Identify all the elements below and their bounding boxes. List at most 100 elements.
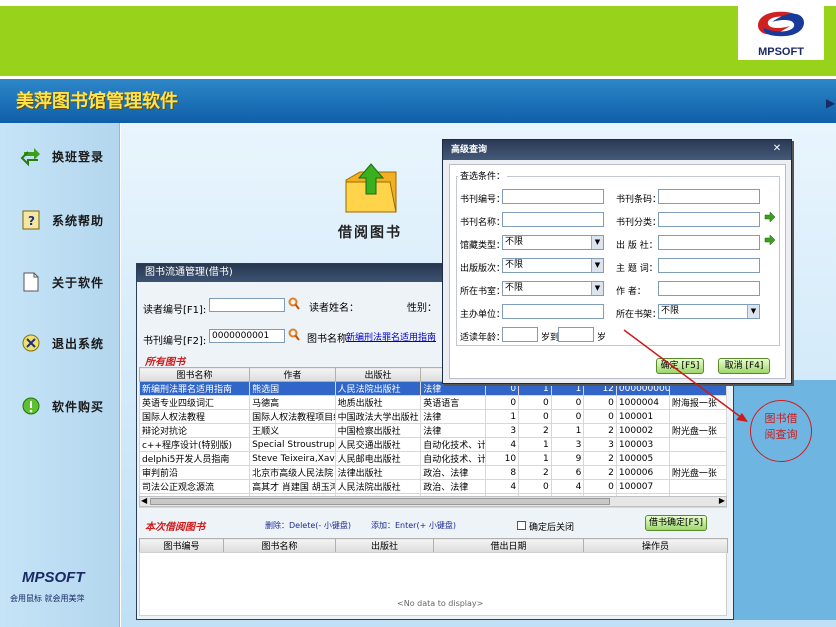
reader-no-input[interactable] [209,298,285,312]
scroll-right-icon[interactable]: ▶ [826,96,836,110]
table-row[interactable]: 司法公正观念源流 高其才 肖建国 胡玉鸿 人民法院出版社 政治、法律 4 0 4 0 10000… [138,479,728,494]
book-no-field[interactable] [502,189,604,204]
publisher-picker-arrow-icon[interactable] [764,234,776,249]
chevron-down-icon[interactable]: ▼ [591,282,603,295]
scrollbar-thumb[interactable] [150,498,610,505]
table-cell: 1 [518,437,552,452]
author-field[interactable] [658,281,760,296]
publisher-field[interactable] [658,235,760,250]
close-after-checkbox[interactable] [517,521,526,530]
chevron-down-icon[interactable]: ▼ [591,236,603,249]
edition-select[interactable]: 不限 ▼ [502,258,604,273]
document-icon [20,271,42,293]
table-cell: 政治、法律 [420,479,487,494]
sponsor-field[interactable] [502,304,604,319]
column-header[interactable]: 出版社 [334,367,422,382]
room-select[interactable]: 不限 ▼ [502,281,604,296]
book-name-field-label: 书刊名称： [460,218,506,228]
scroll-left-icon[interactable]: ◀ [141,496,147,505]
book-no-input[interactable]: 0000000001 [209,329,285,343]
age-unit-label: 岁 [597,333,607,343]
column-header[interactable]: 图书名称 [138,367,251,382]
table-row[interactable]: 国际人权法教程 国际人权法教程项目组 中国政法大学出版社 法律 1 0 0 0 100001 [138,409,728,424]
column-header[interactable]: 图书编号 [139,538,224,553]
table-cell: 8 [485,465,520,480]
table-cell: Steve Teixeira,Xavier [249,451,336,466]
borrow-book-icon[interactable] [340,160,402,218]
table-cell: 2 [583,423,617,438]
table-cell: c++程序设计(特别版) [138,437,251,452]
empty-note: <No data to display> [397,599,484,608]
sidebar-item-help[interactable]: ? 系统帮助 [0,205,120,235]
table-cell: 100006 [615,465,670,480]
confirm-borrow-button[interactable]: 借书确定[F5] [645,515,707,531]
table-cell: 0 [518,409,552,424]
sidebar: 换班登录 ? 系统帮助 关于软件 退出系统 软件购买 MPSOFT 会用鼠标 就… [0,123,120,627]
sidebar-item-label: 关于软件 [52,276,105,290]
table-cell: 100007 [615,479,670,494]
table-cell: 自动化技术、计算 [420,451,487,466]
all-books-table: 图书名称 作者 出版社 书 新编刑法罪名适用指南熊选国人民法院出版社法律0111… [138,367,728,508]
chevron-down-icon[interactable]: ▼ [591,259,603,272]
table-cell: 0 [583,409,617,424]
gender-label: 性别： [407,303,437,314]
reader-search-icon[interactable] [288,297,300,313]
sponsor-label: 主办单位： [460,310,506,320]
table-row[interactable]: 英语专业四级词汇 马德高 地质出版社 英语语言 0 0 0 0 1000004 附海报一张 [138,395,728,410]
sidebar-item-exit[interactable]: 退出系统 [0,328,120,358]
barcode-field[interactable] [658,189,760,204]
shelf-select[interactable]: 不限 ▼ [658,304,760,319]
table-cell [668,479,728,494]
column-header[interactable]: 作者 [249,367,336,382]
svg-text:?: ? [28,214,35,228]
column-header[interactable]: 借出日期 [433,538,584,553]
table-cell: 3 [485,423,520,438]
table-cell: 3 [583,437,617,452]
app-title-bar: 美萍图书馆管理软件 [0,79,836,123]
category-picker-arrow-icon[interactable] [764,211,776,226]
table-row[interactable]: c++程序设计(特别版) Special Stroustrup 人民交通出版社 自动化… [138,437,728,452]
horizontal-scrollbar[interactable]: ◀ ▶ [139,496,727,507]
column-header[interactable]: 图书名称 [223,538,336,553]
table-row[interactable]: 审判前沿 北京市高级人民法院 法律出版社 政治、法律 8 2 6 2 100006 附光盘一张 [138,465,728,480]
query-ok-button[interactable]: 确定 [F5] [656,358,704,374]
query-cancel-button[interactable]: 取消 [F4] [718,358,770,374]
scroll-right-icon[interactable]: ▶ [719,496,725,505]
age-to-field[interactable] [558,327,594,342]
table-row[interactable]: 辩论对抗论 王顺义 中国检察出版社 法律 3 2 1 2 100002 附光盘一张 [138,423,728,438]
author-field-label: 作 者： [616,287,646,297]
chevron-down-icon[interactable]: ▼ [747,305,759,318]
brand-slogan: 会用鼠标 就会用美萍 [10,594,85,603]
book-search-icon[interactable] [288,328,300,344]
collection-type-select[interactable]: 不限 ▼ [502,235,604,250]
select-value: 不限 [505,237,524,247]
sidebar-item-purchase[interactable]: 软件购买 [0,391,120,421]
sidebar-item-about[interactable]: 关于软件 [0,267,120,297]
sidebar-item-label: 退出系统 [52,337,105,351]
table-row[interactable]: delphi5开发人员指南Steve Teixeira,Xavier人民邮电出版… [138,451,728,466]
table-cell: 附海报一张 [668,395,728,410]
category-field[interactable] [658,212,760,227]
room-label: 所在书室： [460,287,506,297]
book-name-link[interactable]: 新编刑法罪名适用指南 [346,330,436,343]
app-title: 美萍图书馆管理软件 [16,91,178,112]
collection-type-label: 馆藏类型： [460,241,506,251]
delete-hint: 删除：Delete(- 小键盘) [265,521,351,530]
sidebar-item-switch-login[interactable]: 换班登录 [0,141,120,171]
table-cell: 4 [485,479,520,494]
close-icon[interactable]: ✕ [771,143,783,155]
dialog-title: 高级查询 [443,140,791,160]
age-from-field[interactable] [502,327,538,342]
advanced-query-dialog: 高级查询 ✕ 查选条件： 书刊编号： 书刊条码： 书刊名称： 书刊分类： 馆藏类… [442,139,792,384]
subject-field-label: 主 题 词： [616,264,658,274]
table-cell: 2 [518,465,552,480]
dialog-body: 查选条件： 书刊编号： 书刊条码： 书刊名称： 书刊分类： 馆藏类型： 不限 ▼ … [449,164,786,379]
subject-field[interactable] [658,258,760,273]
table-cell: delphi5开发人员指南 [138,451,251,466]
table-cell: 100005 [615,451,670,466]
table-cell: 北京市高级人民法院 [249,465,336,480]
table-cell: 100002 [615,423,670,438]
column-header[interactable]: 操作员 [583,538,728,553]
column-header[interactable]: 出版社 [335,538,434,553]
book-name-field[interactable] [502,212,604,227]
